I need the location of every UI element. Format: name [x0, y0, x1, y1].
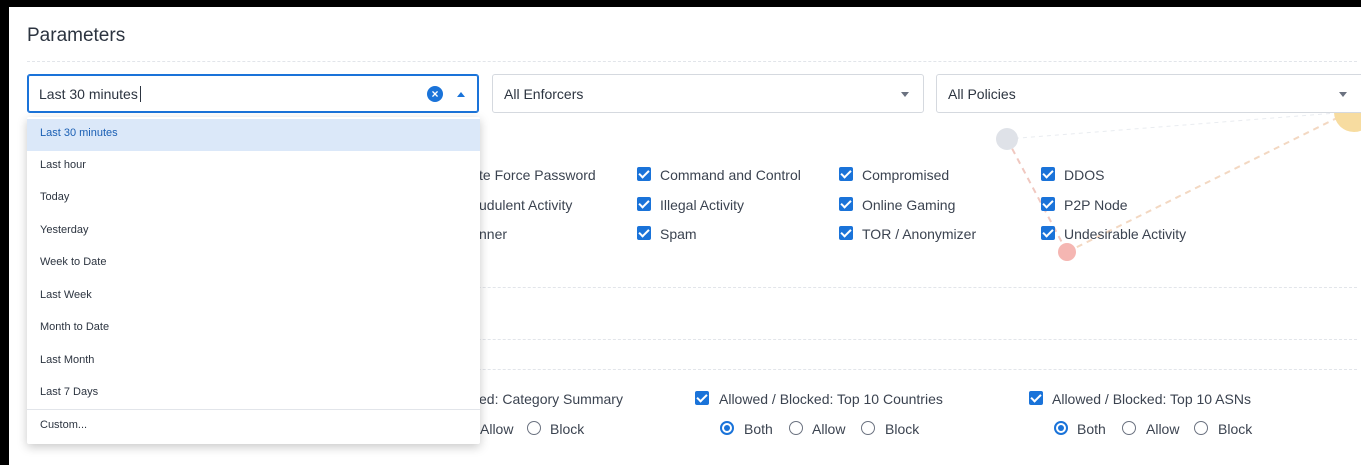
- parameters-panel: Parameters Last 30 minutes × All Enforce…: [9, 7, 1361, 465]
- category-checkbox[interactable]: [1041, 197, 1055, 211]
- category-label[interactable]: Undesirable Activity: [1064, 226, 1186, 242]
- divider: [27, 61, 1357, 62]
- radio-both[interactable]: [720, 421, 734, 435]
- dropdown-option-last-30-minutes[interactable]: Last 30 minutes: [27, 119, 480, 151]
- dropdown-option-month-to-date[interactable]: Month to Date: [27, 313, 480, 345]
- radio-label-both[interactable]: Both: [744, 421, 773, 437]
- time-range-select[interactable]: Last 30 minutes ×: [27, 74, 479, 113]
- category-checkbox[interactable]: [839, 197, 853, 211]
- radio-label-allow[interactable]: Allow: [812, 421, 845, 437]
- radio-label-block[interactable]: Block: [885, 421, 919, 437]
- enforcers-value: All Enforcers: [504, 86, 584, 102]
- dropdown-option-yesterday[interactable]: Yesterday: [27, 216, 480, 248]
- dropdown-divider: [27, 409, 480, 410]
- page-title: Parameters: [27, 25, 126, 46]
- dropdown-option-custom[interactable]: Custom...: [27, 411, 480, 443]
- radio-allow[interactable]: [1122, 421, 1136, 435]
- time-range-value: Last 30 minutes: [39, 86, 138, 102]
- radio-label-allow[interactable]: Allow: [480, 421, 513, 437]
- category-checkbox[interactable]: [1041, 226, 1055, 240]
- report-label[interactable]: Allowed / Blocked: Top 10 Countries: [719, 391, 943, 407]
- category-checkbox[interactable]: [637, 226, 651, 240]
- radio-block[interactable]: [1194, 421, 1208, 435]
- category-label[interactable]: DDOS: [1064, 167, 1104, 183]
- clear-icon[interactable]: ×: [427, 86, 443, 102]
- dropdown-option-last-week[interactable]: Last Week: [27, 281, 480, 313]
- report-label[interactable]: ed: Category Summary: [479, 391, 623, 407]
- category-checkbox[interactable]: [1041, 167, 1055, 181]
- text-cursor: [139, 86, 141, 102]
- time-range-dropdown: Last 30 minutes Last hour Today Yesterda…: [27, 117, 480, 444]
- radio-label-allow[interactable]: Allow: [1146, 421, 1179, 437]
- category-label[interactable]: Spam: [660, 226, 697, 242]
- radio-block[interactable]: [861, 421, 875, 435]
- caret-up-icon[interactable]: [457, 92, 465, 97]
- radio-label-block[interactable]: Block: [550, 421, 584, 437]
- report-checkbox[interactable]: [1029, 391, 1043, 405]
- dropdown-option-last-hour[interactable]: Last hour: [27, 151, 480, 183]
- category-label[interactable]: Command and Control: [660, 167, 801, 183]
- radio-both[interactable]: [1054, 421, 1068, 435]
- category-label[interactable]: P2P Node: [1064, 197, 1128, 213]
- category-label[interactable]: te Force Password: [479, 167, 596, 183]
- category-checkbox[interactable]: [839, 226, 853, 240]
- category-label[interactable]: Compromised: [862, 167, 949, 183]
- category-checkbox[interactable]: [839, 167, 853, 181]
- radio-label-both[interactable]: Both: [1077, 421, 1106, 437]
- category-checkbox[interactable]: [637, 167, 651, 181]
- caret-down-icon[interactable]: [1339, 92, 1347, 97]
- category-label[interactable]: TOR / Anonymizer: [862, 226, 976, 242]
- dropdown-option-today[interactable]: Today: [27, 183, 480, 215]
- caret-down-icon[interactable]: [901, 92, 909, 97]
- enforcers-select[interactable]: All Enforcers: [492, 74, 924, 113]
- policies-value: All Policies: [948, 86, 1016, 102]
- dropdown-option-week-to-date[interactable]: Week to Date: [27, 248, 480, 280]
- policies-select[interactable]: All Policies: [936, 74, 1361, 113]
- report-label[interactable]: Allowed / Blocked: Top 10 ASNs: [1052, 391, 1251, 407]
- category-label[interactable]: udulent Activity: [479, 197, 572, 213]
- category-checkbox[interactable]: [637, 197, 651, 211]
- category-label[interactable]: Online Gaming: [862, 197, 955, 213]
- radio-label-block[interactable]: Block: [1218, 421, 1252, 437]
- radio-allow[interactable]: [789, 421, 803, 435]
- report-checkbox[interactable]: [695, 391, 709, 405]
- dropdown-option-last-7-days[interactable]: Last 7 Days: [27, 378, 480, 410]
- category-label[interactable]: Illegal Activity: [660, 197, 744, 213]
- radio-block[interactable]: [527, 421, 541, 435]
- dropdown-option-last-month[interactable]: Last Month: [27, 346, 480, 378]
- category-label[interactable]: nner: [479, 226, 507, 242]
